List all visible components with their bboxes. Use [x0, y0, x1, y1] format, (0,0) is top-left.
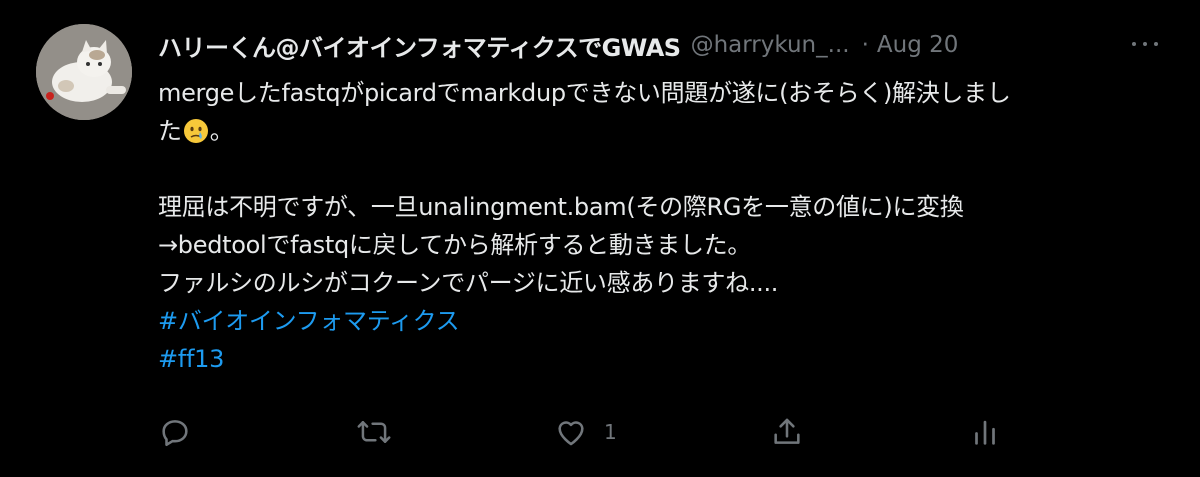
- face-holding-back-tears-emoji-icon: [183, 117, 209, 143]
- analytics-button[interactable]: [968, 414, 1002, 450]
- share-icon: [770, 415, 804, 449]
- analytics-icon: [968, 415, 1002, 449]
- user-handle[interactable]: @harrykun_...: [691, 32, 850, 58]
- separator-dot: ·: [861, 32, 869, 58]
- tweet-text-fragment: た: [158, 117, 182, 145]
- retweet-button[interactable]: [356, 414, 392, 450]
- display-name[interactable]: ハリーくん@バイオインフォマティクスでGWAS: [158, 28, 681, 63]
- tweet-text-line: ファルシのルシがコクーンでパージに近い感ありますね....: [158, 269, 779, 297]
- share-button[interactable]: [770, 414, 804, 450]
- tweet[interactable]: ハリーくん@バイオインフォマティクスでGWAS @harrykun_... · …: [0, 0, 1200, 477]
- tweet-text-line: 理屈は不明ですが、一旦unalingment.bam(その際RGを一意の値に)に…: [158, 193, 964, 221]
- reply-icon: [158, 415, 192, 449]
- tweet-text-fragment: 。: [209, 117, 234, 145]
- tweet-date[interactable]: Aug 20: [877, 32, 959, 58]
- tweet-text-line: た。: [158, 112, 1158, 150]
- cat-avatar-icon[interactable]: [36, 24, 132, 120]
- like-count: 1: [604, 420, 617, 444]
- heart-icon: [554, 415, 588, 449]
- like-button[interactable]: 1: [554, 414, 617, 450]
- tweet-text-line: mergeしたfastqがpicardでmarkdupできない問題が遂に(おそら…: [158, 79, 1011, 107]
- reply-button[interactable]: [158, 414, 192, 450]
- retweet-icon: [356, 415, 392, 449]
- more-options-icon[interactable]: [1132, 34, 1158, 54]
- tweet-actions: 1: [158, 414, 1038, 450]
- tweet-content: ハリーくん@バイオインフォマティクスでGWAS @harrykun_... · …: [158, 22, 1158, 378]
- tweet-header: ハリーくん@バイオインフォマティクスでGWAS @harrykun_... · …: [158, 22, 1158, 68]
- hashtag-link[interactable]: #バイオインフォマティクス: [158, 302, 1158, 340]
- tweet-text: mergeしたfastqがpicardでmarkdupできない問題が遂に(おそら…: [158, 74, 1158, 378]
- hashtag-link[interactable]: #ff13: [158, 340, 1158, 378]
- tweet-text-line: →bedtoolでfastqに戻してから解析すると動きました。: [158, 231, 752, 259]
